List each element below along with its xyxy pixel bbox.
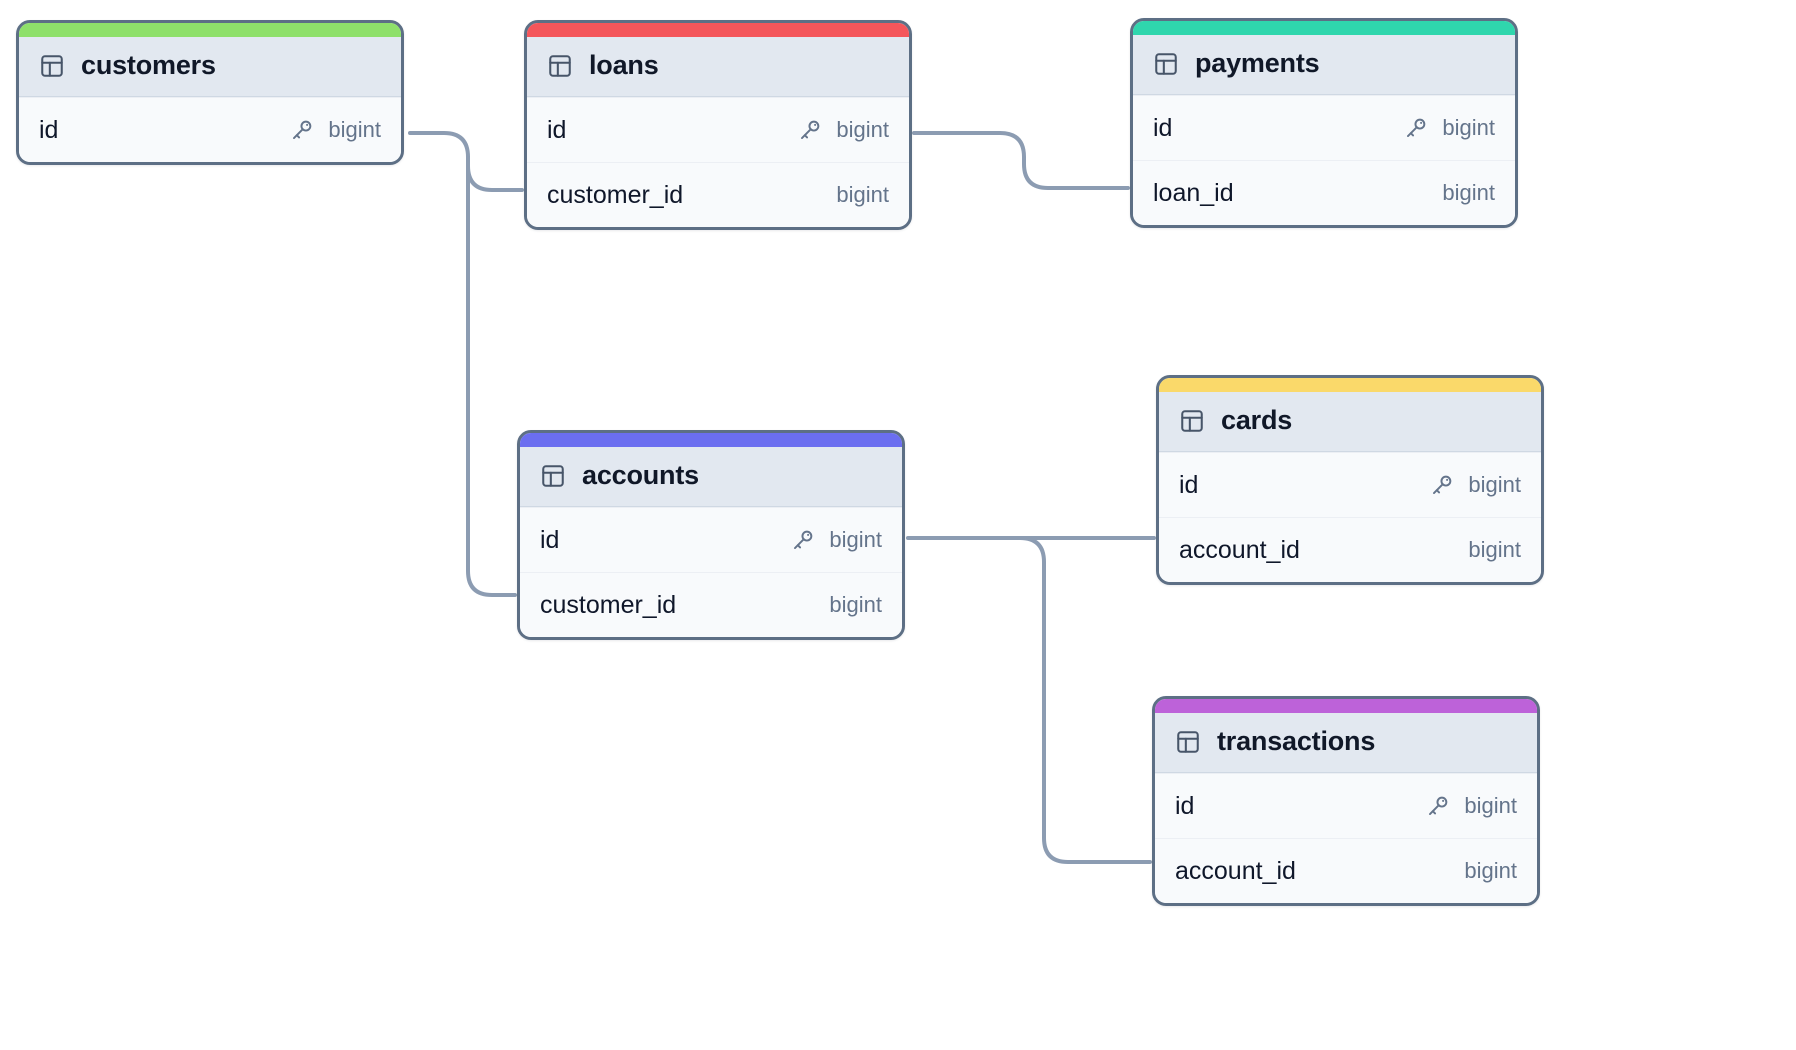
field-name: customer_id [540, 591, 676, 620]
table-icon [547, 53, 573, 79]
field-name: id [1175, 792, 1194, 821]
field-type: bigint [1464, 858, 1517, 884]
er-diagram-canvas: customersidbigintloansidbigintcustomer_i… [0, 0, 1796, 1050]
key-icon [797, 117, 823, 143]
field-name: customer_id [547, 181, 683, 210]
field-name: id [547, 116, 566, 145]
table-accent-bar [19, 23, 401, 37]
table-header-payments[interactable]: payments [1133, 35, 1515, 95]
field-type: bigint [1468, 537, 1521, 563]
field-type: bigint [829, 527, 882, 553]
field-type: bigint [829, 592, 882, 618]
key-icon [1403, 115, 1429, 141]
field-meta: bigint [1403, 115, 1495, 141]
field-name: loan_id [1153, 179, 1234, 208]
table-title: loans [589, 50, 659, 81]
field-row-transactions-account_id[interactable]: account_id bigint [1155, 838, 1537, 903]
field-row-accounts-customer_id[interactable]: customer_id bigint [520, 572, 902, 637]
field-meta: bigint [1429, 472, 1521, 498]
table-header-transactions[interactable]: transactions [1155, 713, 1537, 773]
field-row-payments-id[interactable]: id bigint [1133, 95, 1515, 160]
relationship-edge-customers-accounts[interactable] [468, 157, 515, 595]
field-row-cards-account_id[interactable]: account_id bigint [1159, 517, 1541, 582]
table-accent-bar [520, 433, 902, 447]
field-name: id [1153, 114, 1172, 143]
field-name: account_id [1175, 857, 1296, 886]
table-accent-bar [1133, 21, 1515, 35]
field-meta: bigint [1468, 537, 1521, 563]
table-title: accounts [582, 460, 699, 491]
table-node-cards[interactable]: cards id bigint account_id bigint [1156, 375, 1544, 585]
field-type: bigint [1464, 793, 1517, 819]
table-accent-bar [527, 23, 909, 37]
table-accent-bar [1159, 378, 1541, 392]
key-icon [790, 527, 816, 553]
table-title: payments [1195, 48, 1319, 79]
table-header-customers[interactable]: customers [19, 37, 401, 97]
field-name: id [540, 526, 559, 555]
field-row-customers-id[interactable]: id bigint [19, 97, 401, 162]
field-type: bigint [1442, 115, 1495, 141]
table-header-accounts[interactable]: accounts [520, 447, 902, 507]
field-row-loans-id[interactable]: id bigint [527, 97, 909, 162]
field-name: id [1179, 471, 1198, 500]
table-header-loans[interactable]: loans [527, 37, 909, 97]
field-meta: bigint [829, 592, 882, 618]
key-icon [289, 117, 315, 143]
table-title: cards [1221, 405, 1292, 436]
table-accent-bar [1155, 699, 1537, 713]
field-meta: bigint [1442, 180, 1495, 206]
field-row-loans-customer_id[interactable]: customer_id bigint [527, 162, 909, 227]
field-name: account_id [1179, 536, 1300, 565]
table-icon [540, 463, 566, 489]
table-node-accounts[interactable]: accounts id bigint customer_id bigint [517, 430, 905, 640]
field-type: bigint [1468, 472, 1521, 498]
field-row-transactions-id[interactable]: id bigint [1155, 773, 1537, 838]
table-icon [1175, 729, 1201, 755]
relationship-edge-loans-payments[interactable] [914, 133, 1128, 188]
field-meta: bigint [1464, 858, 1517, 884]
table-node-loans[interactable]: loans id bigint customer_id bigint [524, 20, 912, 230]
key-icon [1429, 472, 1455, 498]
table-icon [39, 53, 65, 79]
field-type: bigint [836, 182, 889, 208]
field-meta: bigint [836, 182, 889, 208]
field-type: bigint [328, 117, 381, 143]
field-row-accounts-id[interactable]: id bigint [520, 507, 902, 572]
relationship-edge-customers-loans[interactable] [410, 133, 522, 190]
key-icon [1425, 793, 1451, 819]
table-icon [1153, 51, 1179, 77]
field-name: id [39, 116, 58, 145]
table-title: transactions [1217, 726, 1375, 757]
table-title: customers [81, 50, 216, 81]
field-type: bigint [836, 117, 889, 143]
field-meta: bigint [289, 117, 381, 143]
relationship-edge-accounts-transactions[interactable] [1020, 538, 1150, 862]
table-header-cards[interactable]: cards [1159, 392, 1541, 452]
field-meta: bigint [1425, 793, 1517, 819]
table-node-payments[interactable]: payments id bigint loan_id bigint [1130, 18, 1518, 228]
table-icon [1179, 408, 1205, 434]
field-meta: bigint [797, 117, 889, 143]
field-type: bigint [1442, 180, 1495, 206]
field-meta: bigint [790, 527, 882, 553]
table-node-transactions[interactable]: transactions id bigint account_id bigint [1152, 696, 1540, 906]
field-row-payments-loan_id[interactable]: loan_id bigint [1133, 160, 1515, 225]
table-node-customers[interactable]: customers id bigint [16, 20, 404, 165]
field-row-cards-id[interactable]: id bigint [1159, 452, 1541, 517]
